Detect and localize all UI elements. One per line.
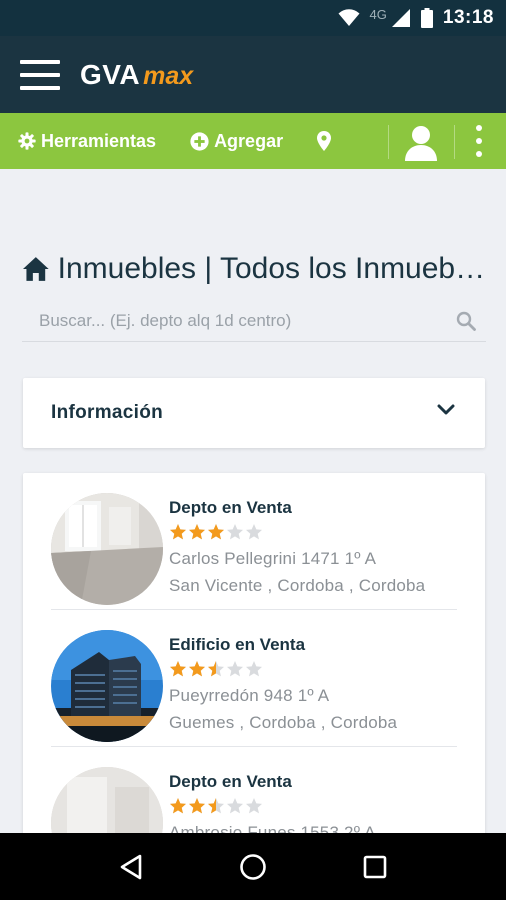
toolbar-divider [388,125,389,159]
rating-stars [169,797,459,815]
app-header: GVA max [0,36,506,113]
page-title: Inmuebles | Todos los Inmuebles [22,252,488,286]
star-empty-icon [227,661,243,677]
star-empty-icon [227,524,243,540]
star-full-icon [170,798,186,814]
listing-photo [51,630,163,742]
toolbar-divider [454,125,455,159]
star-half-icon [208,798,224,814]
wifi-icon [338,9,360,26]
star-full-icon [170,661,186,677]
user-icon[interactable] [402,123,440,161]
star-full-icon [189,798,205,814]
add-label: Agregar [214,130,284,151]
search-icon[interactable] [456,311,476,331]
network-type: 4G [369,6,387,22]
star-full-icon [189,524,205,540]
star-empty-icon [246,661,262,677]
star-full-icon [170,524,186,540]
rating-stars [169,523,459,541]
back-triangle-icon[interactable] [111,847,151,887]
location-button[interactable] [317,131,332,151]
tools-button[interactable]: Herramientas [18,131,156,152]
recents-square-icon[interactable] [355,847,395,887]
tools-label: Herramientas [41,130,157,151]
star-empty-icon [246,798,262,814]
star-full-icon [189,661,205,677]
listing-title: Depto en Venta [169,772,292,791]
star-half-icon [208,661,224,677]
toolbar: Herramientas Agregar [0,113,506,169]
brand-name: GVA [80,58,141,90]
more-vertical-icon[interactable] [472,125,486,157]
battery-icon [420,8,433,28]
status-time: 13:18 [442,7,494,28]
rating-stars [169,660,459,678]
system-nav-bar [0,833,506,900]
info-label: Información [51,402,164,423]
listing-item[interactable]: Edificio en Venta Pueyrredón 948 1º A Gu… [51,610,457,747]
listing-photo [51,493,163,605]
star-empty-icon [227,798,243,814]
signal-icon [391,9,410,27]
listing-address: Pueyrredón 948 1º A [169,686,330,705]
map-pin-icon [317,131,332,151]
status-bar: 4G 13:18 [0,0,506,36]
search-bar [22,300,486,342]
listing-title: Depto en Venta [169,498,292,517]
menu-icon[interactable] [20,59,60,90]
star-full-icon [208,524,224,540]
listings-list: Depto en Venta Carlos Pellegrini 1471 1º… [23,473,485,873]
info-accordion[interactable]: Información [23,378,485,448]
home-icon [22,257,49,281]
star-empty-icon [246,524,262,540]
listing-location: Guemes , Cordoba , Cordoba [169,713,398,732]
listing-title: Edificio en Venta [169,635,306,654]
page-title-text: Inmuebles | Todos los Inmuebles [57,252,488,285]
gear-icon [18,132,36,150]
home-circle-icon[interactable] [233,847,273,887]
listing-item[interactable]: Depto en Venta Carlos Pellegrini 1471 1º… [51,473,457,610]
search-input[interactable] [22,310,442,331]
listing-location: San Vicente , Cordoba , Cordoba [169,576,426,595]
plus-circle-icon [190,131,209,151]
app-logo: GVA max [80,59,193,91]
chevron-down-icon [437,404,455,415]
listing-address: Carlos Pellegrini 1471 1º A [169,549,377,568]
add-button[interactable]: Agregar [190,131,283,152]
brand-accent: max [143,61,194,90]
